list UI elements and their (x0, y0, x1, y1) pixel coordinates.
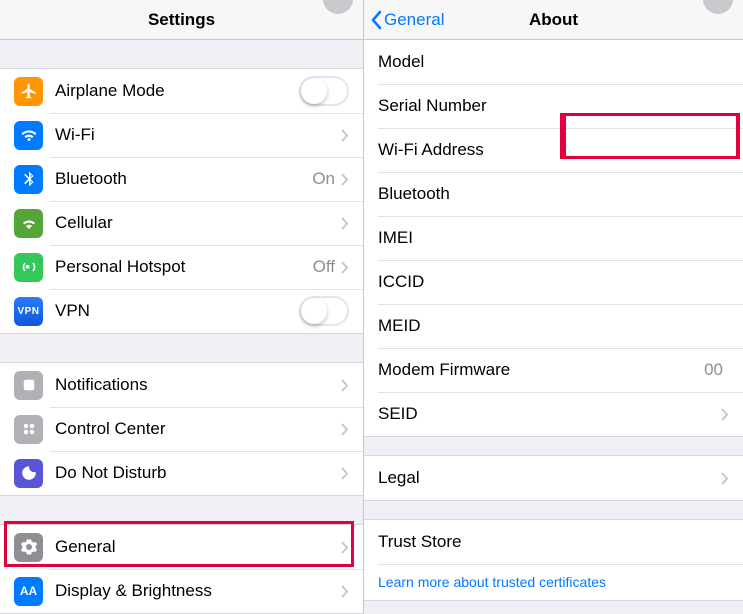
notifications-icon (14, 371, 43, 400)
chevron-right-icon (341, 261, 349, 274)
about-pane: General About Model Serial Number Wi-Fi … (364, 0, 743, 614)
about-navbar: General About (364, 0, 743, 40)
row-legal[interactable]: Legal (364, 456, 743, 500)
row-bluetooth[interactable]: Bluetooth On (0, 157, 363, 201)
row-cellular[interactable]: Cellular (0, 201, 363, 245)
settings-title: Settings (148, 10, 215, 30)
hotspot-value: Off (313, 257, 335, 277)
back-button[interactable]: General (370, 0, 444, 40)
chevron-right-icon (341, 129, 349, 142)
modem-value: 00 (704, 360, 723, 380)
chevron-right-icon (341, 541, 349, 554)
airplane-icon (14, 77, 43, 106)
row-bluetooth-addr[interactable]: Bluetooth (364, 172, 743, 216)
trust-label: Trust Store (378, 532, 461, 552)
control-center-icon (14, 415, 43, 444)
settings-group-controls: Notifications Control Center Do Not Dist… (0, 362, 363, 496)
settings-group-general: General AA Display & Brightness (0, 524, 363, 614)
modem-label: Modem Firmware (378, 360, 510, 380)
row-imei[interactable]: IMEI (364, 216, 743, 260)
about-group-legal: Legal (364, 455, 743, 501)
general-label: General (55, 537, 115, 557)
control-center-label: Control Center (55, 419, 166, 439)
chevron-right-icon (341, 173, 349, 186)
chevron-right-icon (721, 472, 729, 485)
airplane-label: Airplane Mode (55, 81, 165, 101)
display-label: Display & Brightness (55, 581, 212, 601)
row-vpn[interactable]: VPN VPN (0, 289, 363, 333)
vpn-toggle[interactable] (299, 296, 349, 326)
row-model[interactable]: Model (364, 40, 743, 84)
back-label: General (384, 10, 444, 30)
row-dnd[interactable]: Do Not Disturb (0, 451, 363, 495)
chevron-right-icon (341, 423, 349, 436)
cellular-icon (14, 209, 43, 238)
settings-group-network: Airplane Mode Wi-Fi Bluetooth On (0, 68, 363, 334)
row-serial[interactable]: Serial Number (364, 84, 743, 128)
wifiaddr-label: Wi-Fi Address (378, 140, 484, 160)
iccid-label: ICCID (378, 272, 424, 292)
bt-label: Bluetooth (378, 184, 450, 204)
dnd-label: Do Not Disturb (55, 463, 166, 483)
dot-icon (703, 0, 733, 14)
vpn-label: VPN (55, 301, 90, 321)
trusted-certs-link[interactable]: Learn more about trusted certificates (378, 574, 606, 590)
wifi-label: Wi-Fi (55, 125, 95, 145)
dot-icon (323, 0, 353, 14)
row-general[interactable]: General (0, 525, 363, 569)
gear-icon (14, 533, 43, 562)
hotspot-label: Personal Hotspot (55, 257, 185, 277)
row-notifications[interactable]: Notifications (0, 363, 363, 407)
moon-icon (14, 459, 43, 488)
row-trusted-certs-link[interactable]: Learn more about trusted certificates (364, 564, 743, 600)
row-wifi-address[interactable]: Wi-Fi Address (364, 128, 743, 172)
legal-label: Legal (378, 468, 420, 488)
row-wifi[interactable]: Wi-Fi (0, 113, 363, 157)
row-iccid[interactable]: ICCID (364, 260, 743, 304)
bluetooth-icon (14, 165, 43, 194)
about-group-main: Model Serial Number Wi-Fi Address Blueto… (364, 40, 743, 437)
notifications-label: Notifications (55, 375, 148, 395)
serial-label: Serial Number (378, 96, 487, 116)
row-control-center[interactable]: Control Center (0, 407, 363, 451)
model-label: Model (378, 52, 424, 72)
chevron-right-icon (721, 408, 729, 421)
chevron-right-icon (341, 379, 349, 392)
bluetooth-value: On (312, 169, 335, 189)
chevron-right-icon (341, 467, 349, 480)
about-group-trust: Trust Store Learn more about trusted cer… (364, 519, 743, 601)
chevron-right-icon (341, 585, 349, 598)
cellular-label: Cellular (55, 213, 113, 233)
row-display-brightness[interactable]: AA Display & Brightness (0, 569, 363, 613)
vpn-icon: VPN (14, 297, 43, 326)
meid-label: MEID (378, 316, 421, 336)
about-title: About (529, 10, 578, 30)
settings-navbar: Settings (0, 0, 363, 40)
settings-pane: Settings Airplane Mode Wi-Fi Bluetooth (0, 0, 364, 614)
hotspot-icon (14, 253, 43, 282)
row-trust-store[interactable]: Trust Store (364, 520, 743, 564)
bluetooth-label: Bluetooth (55, 169, 127, 189)
chevron-right-icon (341, 217, 349, 230)
imei-label: IMEI (378, 228, 413, 248)
row-airplane-mode[interactable]: Airplane Mode (0, 69, 363, 113)
display-icon: AA (14, 577, 43, 606)
row-meid[interactable]: MEID (364, 304, 743, 348)
seid-label: SEID (378, 404, 418, 424)
wifi-icon (14, 121, 43, 150)
row-hotspot[interactable]: Personal Hotspot Off (0, 245, 363, 289)
row-seid[interactable]: SEID (364, 392, 743, 436)
airplane-toggle[interactable] (299, 76, 349, 106)
row-modem-firmware[interactable]: Modem Firmware 00 (364, 348, 743, 392)
